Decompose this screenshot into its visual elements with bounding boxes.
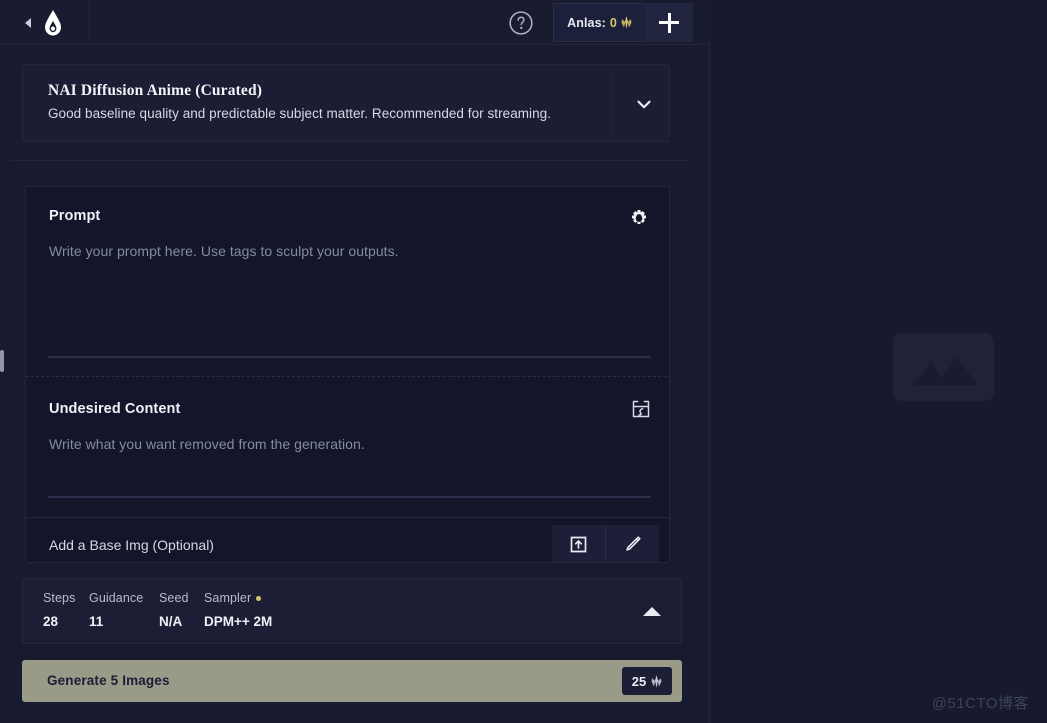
mountain-placeholder-glyph: [913, 357, 977, 385]
chevron-left-icon[interactable]: [24, 17, 31, 28]
prompt-label: Prompt: [49, 208, 101, 224]
logo-zone: [0, 0, 90, 45]
anlas-value: 0: [609, 15, 617, 30]
setting-steps-value: 28: [43, 614, 59, 629]
generate-cost-badge: 25: [622, 667, 672, 695]
setting-steps-label: Steps: [43, 591, 76, 605]
insert-preset-icon[interactable]: [631, 399, 651, 419]
setting-sampler-value: DPM++ 2M: [204, 614, 273, 629]
question-mark-circle-icon[interactable]: [508, 10, 534, 36]
anlas-label: Anlas:: [567, 15, 606, 30]
setting-steps[interactable]: Steps 28: [43, 591, 75, 629]
setting-sampler-label-text: Sampler: [204, 591, 252, 605]
setting-seed[interactable]: Seed N/A: [159, 591, 189, 629]
editor-panel: Anlas: 0 NAI Diffusion Anime (Curated) G…: [0, 0, 710, 723]
novelai-pen-nib-logo[interactable]: [41, 9, 65, 36]
model-text-block: NAI Diffusion Anime (Curated) Good basel…: [48, 82, 551, 121]
setting-sampler[interactable]: Sampler DPM++ 2M: [204, 591, 272, 629]
undesired-content-underline: [48, 496, 651, 498]
upload-image-icon: [570, 536, 587, 553]
sampler-modified-dot-icon: [256, 595, 262, 601]
watermark: @51CTO博客: [931, 695, 1029, 712]
generate-button-label: Generate 5 Images: [47, 673, 170, 688]
model-selector-card[interactable]: NAI Diffusion Anime (Curated) Good basel…: [22, 64, 670, 142]
model-description: Good baseline quality and predictable su…: [48, 106, 552, 121]
model-card-divider: [612, 75, 613, 133]
image-placeholder-icon: [893, 333, 994, 401]
setting-guidance[interactable]: Guidance 11: [89, 591, 143, 629]
gear-icon[interactable]: [629, 207, 649, 227]
chevron-down-icon[interactable]: [633, 93, 655, 115]
panel-resize-handle[interactable]: [0, 350, 4, 372]
setting-sampler-label: Sampler: [204, 591, 272, 605]
add-button[interactable]: [645, 3, 693, 42]
base-image-label: Add a Base Img (Optional): [49, 537, 214, 553]
anlas-balance[interactable]: Anlas: 0: [553, 3, 645, 42]
image-preview-area: @51CTO博客: [711, 0, 1047, 723]
anlas-icon: [651, 674, 662, 688]
upload-image-button[interactable]: [552, 525, 605, 562]
generation-settings-bar[interactable]: Steps 28 Guidance 11 Seed N/A Sampler DP…: [22, 578, 682, 644]
section-divider: [10, 160, 688, 161]
chevron-up-icon[interactable]: [643, 607, 661, 616]
prompt-underline: [48, 356, 651, 358]
model-title: NAI Diffusion Anime (Curated): [48, 82, 263, 99]
paintbrush-icon: [625, 536, 641, 551]
prompt-input[interactable]: Write your prompt here. Use tags to scul…: [49, 243, 399, 259]
anlas-icon: [621, 16, 632, 29]
panel-scrollbar-track[interactable]: [691, 46, 701, 723]
setting-guidance-label: Guidance: [89, 591, 144, 605]
prompt-dashed-divider: [26, 376, 669, 377]
setting-seed-value: N/A: [159, 614, 183, 629]
paint-image-button[interactable]: [605, 525, 658, 562]
generate-button[interactable]: Generate 5 Images 25: [22, 660, 682, 702]
undesired-content-label: Undesired Content: [49, 401, 181, 417]
plus-icon-vertical: [667, 12, 671, 33]
setting-guidance-value: 11: [89, 614, 104, 629]
undesired-content-input[interactable]: Write what you want removed from the gen…: [49, 436, 365, 452]
base-image-buttons: [552, 525, 659, 562]
setting-seed-label: Seed: [159, 591, 189, 605]
prompt-card: Prompt Write your prompt here. Use tags …: [25, 186, 670, 563]
top-bar: Anlas: 0: [0, 0, 710, 45]
base-image-divider: [26, 517, 669, 518]
generate-cost-value: 25: [631, 673, 647, 689]
